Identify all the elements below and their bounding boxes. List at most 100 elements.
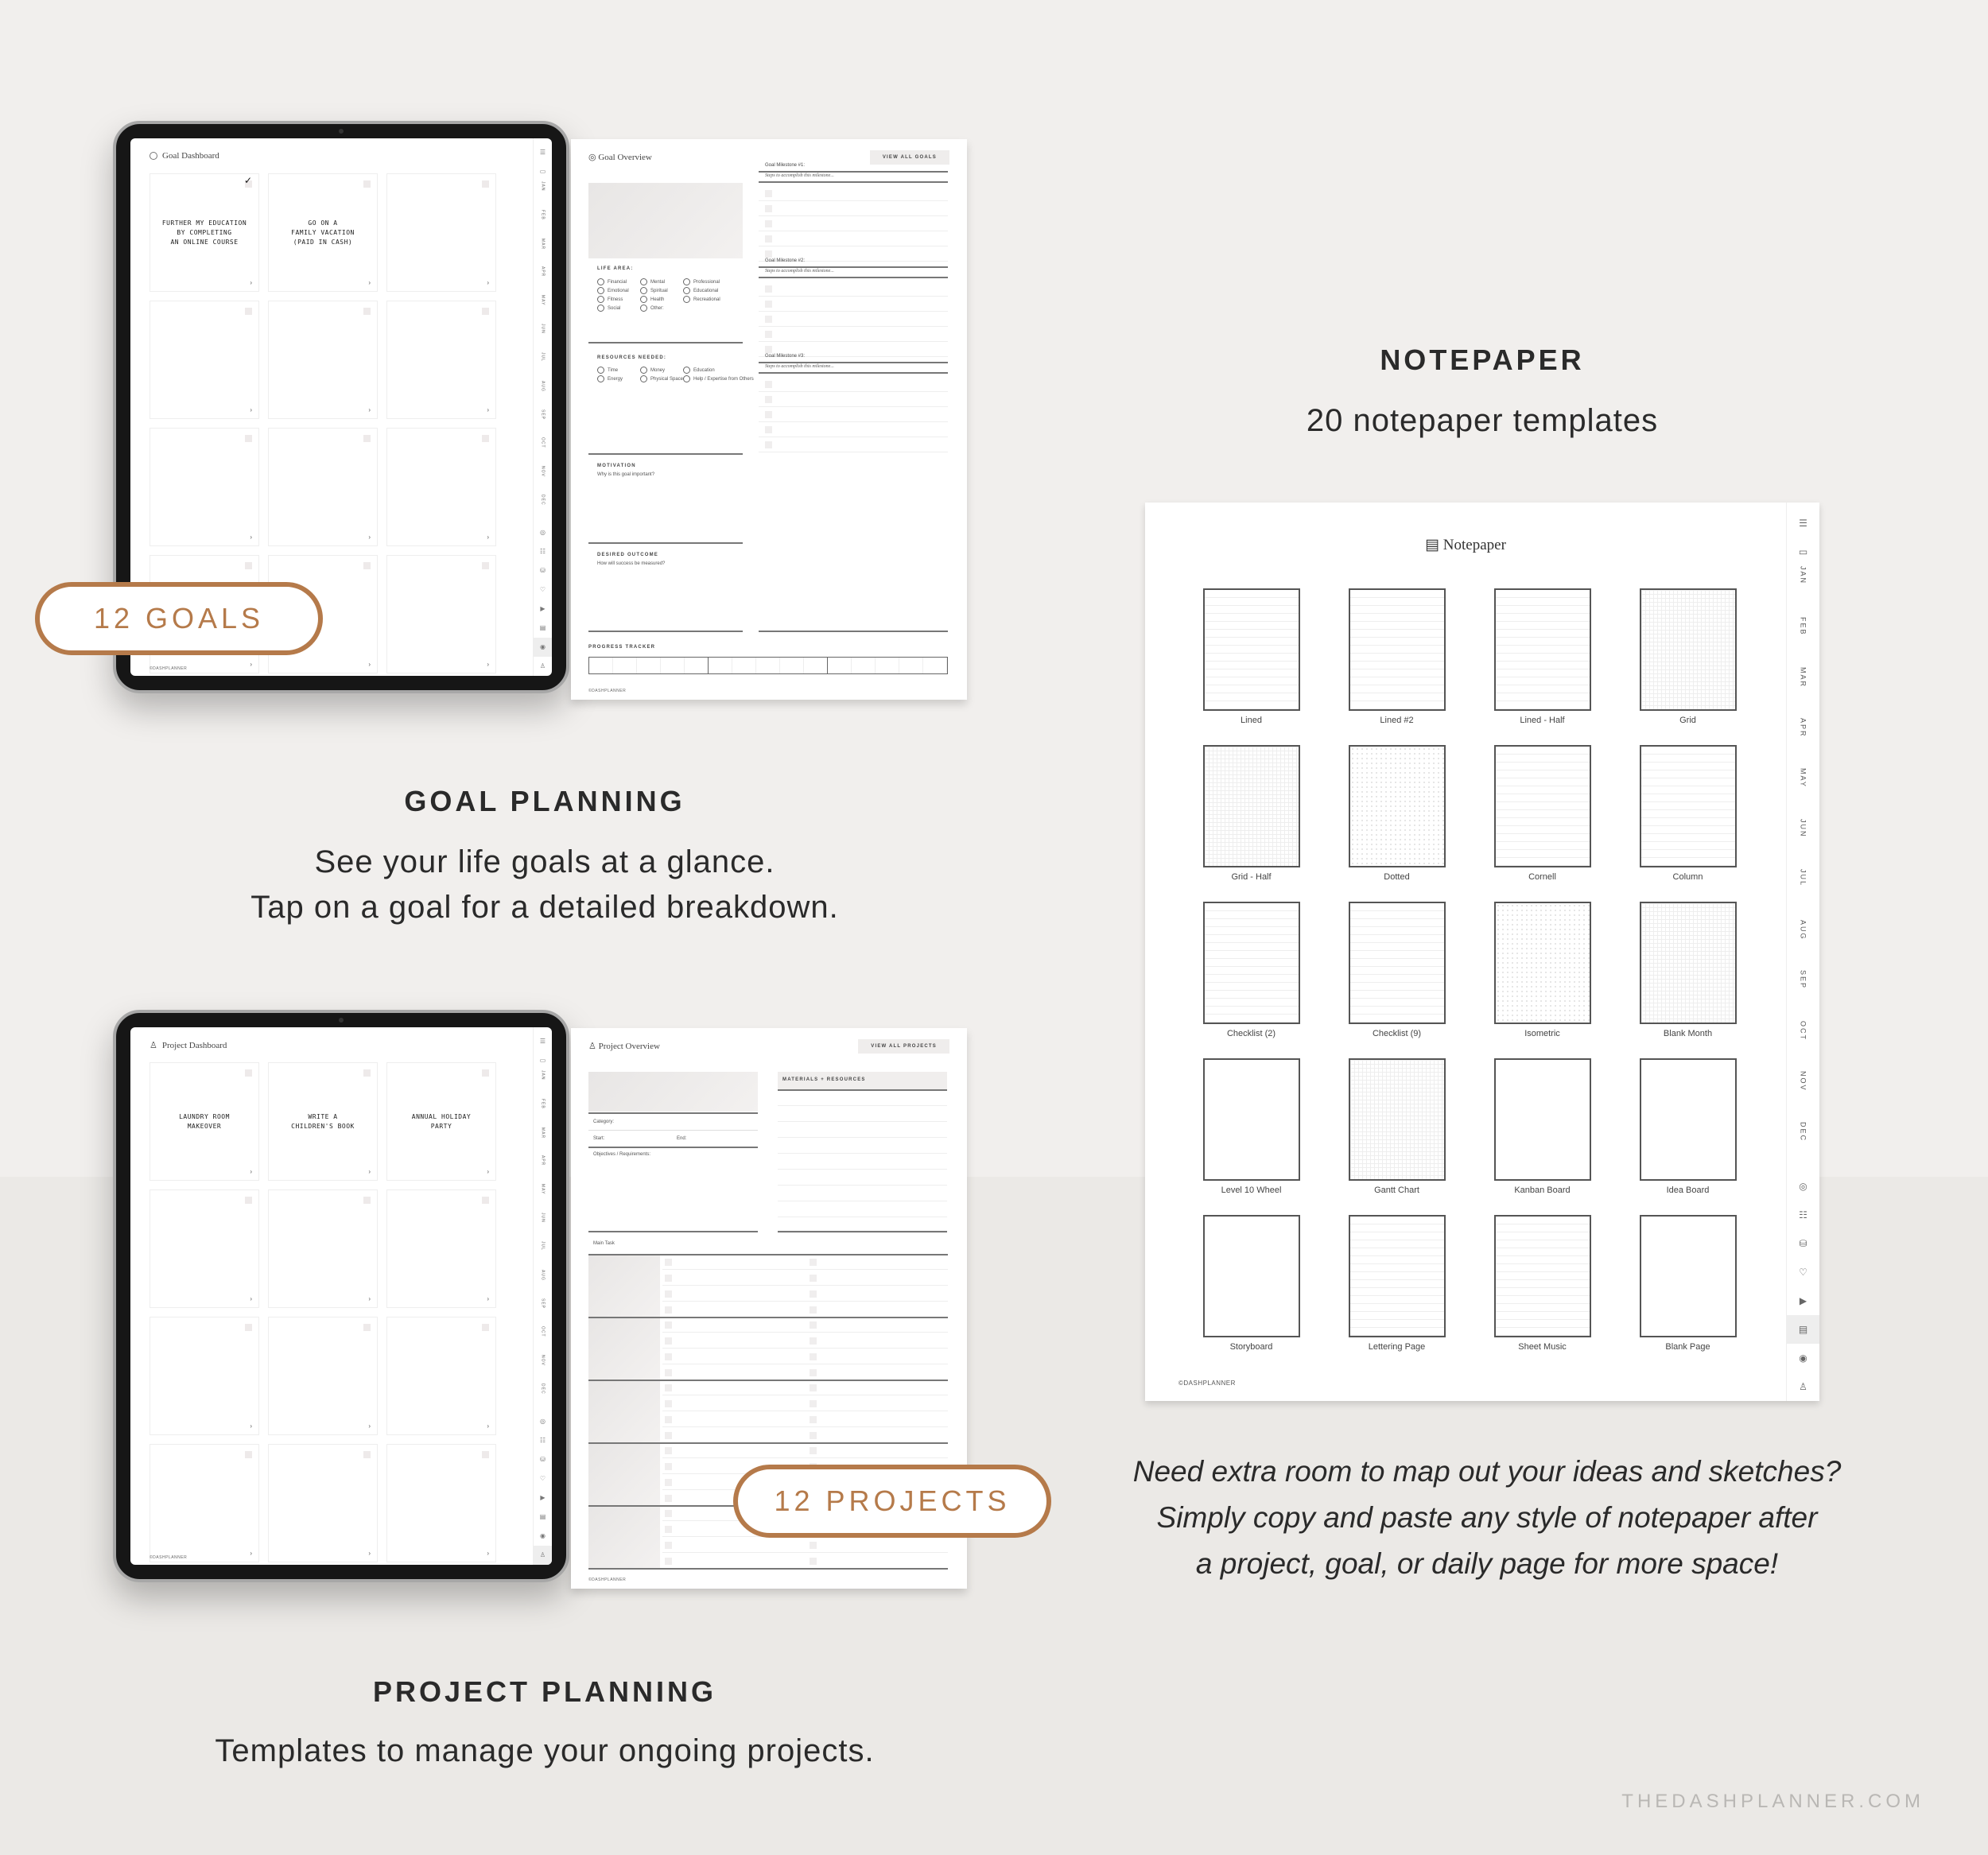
category-field[interactable]: Category: <box>593 1120 614 1124</box>
nav-icon[interactable]: ♡ <box>540 1469 546 1488</box>
notepaper-template[interactable]: Isometric <box>1492 902 1593 1058</box>
main-task-cell[interactable] <box>588 1255 660 1317</box>
tab-jul[interactable]: JUL <box>1800 869 1807 920</box>
subtask-checkbox[interactable] <box>665 1259 672 1266</box>
template-thumbnail[interactable] <box>1348 745 1446 867</box>
checkbox[interactable] <box>245 1451 252 1458</box>
nav-icon[interactable]: ◎ <box>540 1412 546 1431</box>
notepaper-template[interactable]: Gantt Chart <box>1346 1058 1447 1215</box>
notepaper-template[interactable]: Checklist (2) <box>1201 902 1302 1058</box>
nav-icon[interactable]: ◎ <box>540 523 546 542</box>
step-checkbox[interactable] <box>765 441 772 448</box>
tracker-cell[interactable] <box>637 658 661 673</box>
checkbox[interactable] <box>482 1451 489 1458</box>
template-thumbnail[interactable] <box>1202 588 1300 711</box>
chevron-right-icon[interactable]: › <box>250 1168 252 1175</box>
tracker-cell[interactable] <box>828 658 852 673</box>
tab-mar[interactable]: MAR <box>541 1127 546 1156</box>
milestone-steps[interactable]: Steps to accomplish this milestone... <box>765 269 834 274</box>
subtask-checkbox[interactable] <box>810 1447 817 1454</box>
chevron-right-icon[interactable]: › <box>487 406 489 413</box>
checkbox[interactable] <box>482 435 489 442</box>
chevron-right-icon[interactable]: › <box>250 534 252 541</box>
notepaper-template[interactable]: Storyboard <box>1201 1215 1302 1372</box>
notepaper-template[interactable]: Sheet Music <box>1492 1215 1593 1372</box>
nav-icon[interactable]: ☷ <box>540 1431 546 1450</box>
subtask-checkbox[interactable] <box>665 1510 672 1517</box>
notepaper-template[interactable]: Dotted <box>1346 745 1447 902</box>
life-area-option[interactable]: Health <box>640 296 664 303</box>
subtask-checkbox[interactable] <box>665 1432 672 1439</box>
dashboard-card[interactable]: › <box>149 1189 259 1308</box>
nav-icon[interactable]: ▤ <box>540 1508 546 1527</box>
tracker-cell[interactable] <box>756 658 780 673</box>
subtask-checkbox[interactable] <box>810 1542 817 1549</box>
tab-apr[interactable]: APR <box>1800 718 1807 769</box>
subtask-checkbox[interactable] <box>810 1558 817 1565</box>
step-checkbox[interactable] <box>765 381 772 388</box>
subtask-checkbox[interactable] <box>665 1495 672 1502</box>
step-checkbox[interactable] <box>765 301 772 308</box>
subtask-checkbox[interactable] <box>810 1290 817 1298</box>
template-thumbnail[interactable] <box>1493 902 1591 1024</box>
notepaper-template[interactable]: Kanban Board <box>1492 1058 1593 1215</box>
tab-sep[interactable]: SEP <box>541 409 546 438</box>
subtask-checkbox[interactable] <box>665 1321 672 1329</box>
goal-image-placeholder[interactable] <box>588 183 743 258</box>
tab-jul[interactable]: JUL <box>541 1241 546 1270</box>
tab-sep[interactable]: SEP <box>541 1298 546 1327</box>
resource-option[interactable]: Money <box>640 367 665 374</box>
subtask-checkbox[interactable] <box>665 1558 672 1565</box>
checkbox[interactable] <box>244 175 252 188</box>
tracker-cell[interactable] <box>709 658 732 673</box>
checkbox[interactable] <box>245 1069 252 1077</box>
tab-nov[interactable]: NOV <box>541 466 546 495</box>
checkbox[interactable] <box>482 308 489 315</box>
checkbox[interactable] <box>245 1324 252 1331</box>
life-area-option[interactable]: Recreational <box>683 296 720 303</box>
tab-oct[interactable]: OCT <box>541 1326 546 1355</box>
step-checkbox[interactable] <box>765 346 772 353</box>
start-field[interactable]: Start: <box>593 1136 604 1141</box>
life-area-option[interactable]: Spiritual <box>640 287 668 294</box>
tab-nov[interactable]: NOV <box>541 1355 546 1383</box>
notepaper-template[interactable]: Lettering Page <box>1346 1215 1447 1372</box>
dashboard-card[interactable]: › <box>268 1189 378 1308</box>
tracker-cell[interactable] <box>852 658 876 673</box>
tab-jan[interactable]: JAN <box>541 181 546 210</box>
tab-mar[interactable]: MAR <box>1800 667 1807 718</box>
notepaper-template[interactable]: Lined <box>1201 588 1302 745</box>
life-area-option[interactable]: Social <box>597 305 620 312</box>
dashboard-card[interactable]: › <box>149 428 259 546</box>
life-area-option[interactable]: Mental <box>640 278 665 285</box>
dashboard-card[interactable]: › <box>149 1317 259 1435</box>
tab-may[interactable]: MAY <box>1800 768 1807 819</box>
life-area-option[interactable]: Financial <box>597 278 627 285</box>
checkbox[interactable] <box>363 1451 371 1458</box>
template-thumbnail[interactable] <box>1348 1058 1446 1181</box>
nav-icon[interactable]: ♙ <box>1787 1372 1819 1401</box>
tracker-cell[interactable] <box>732 658 756 673</box>
subtask-checkbox[interactable] <box>810 1259 817 1266</box>
milestone-steps[interactable]: Steps to accomplish this milestone... <box>765 364 834 369</box>
subtask-checkbox[interactable] <box>810 1337 817 1345</box>
resource-option[interactable]: Help / Expertise from Others <box>683 375 754 382</box>
chevron-right-icon[interactable]: › <box>487 661 489 668</box>
tab-may[interactable]: MAY <box>541 1184 546 1213</box>
checkbox[interactable] <box>245 1197 252 1204</box>
step-checkbox[interactable] <box>765 426 772 433</box>
dashboard-card[interactable]: LAUNDRY ROOM MAKEOVER › <box>149 1062 259 1181</box>
dashboard-card[interactable]: › <box>386 173 496 292</box>
dashboard-card[interactable]: › <box>268 1444 378 1562</box>
main-task-cell[interactable] <box>588 1507 660 1568</box>
tracker-cell[interactable] <box>589 658 613 673</box>
step-checkbox[interactable] <box>765 396 772 403</box>
chevron-right-icon[interactable]: › <box>250 279 252 286</box>
tab-mar[interactable]: MAR <box>541 239 546 267</box>
subtask-checkbox[interactable] <box>665 1353 672 1360</box>
step-checkbox[interactable] <box>765 205 772 212</box>
tracker-cell[interactable] <box>613 658 637 673</box>
template-thumbnail[interactable] <box>1202 745 1300 867</box>
checkbox[interactable] <box>482 1324 489 1331</box>
dashboard-card[interactable]: GO ON A FAMILY VACATION (PAID IN CASH) › <box>268 173 378 292</box>
